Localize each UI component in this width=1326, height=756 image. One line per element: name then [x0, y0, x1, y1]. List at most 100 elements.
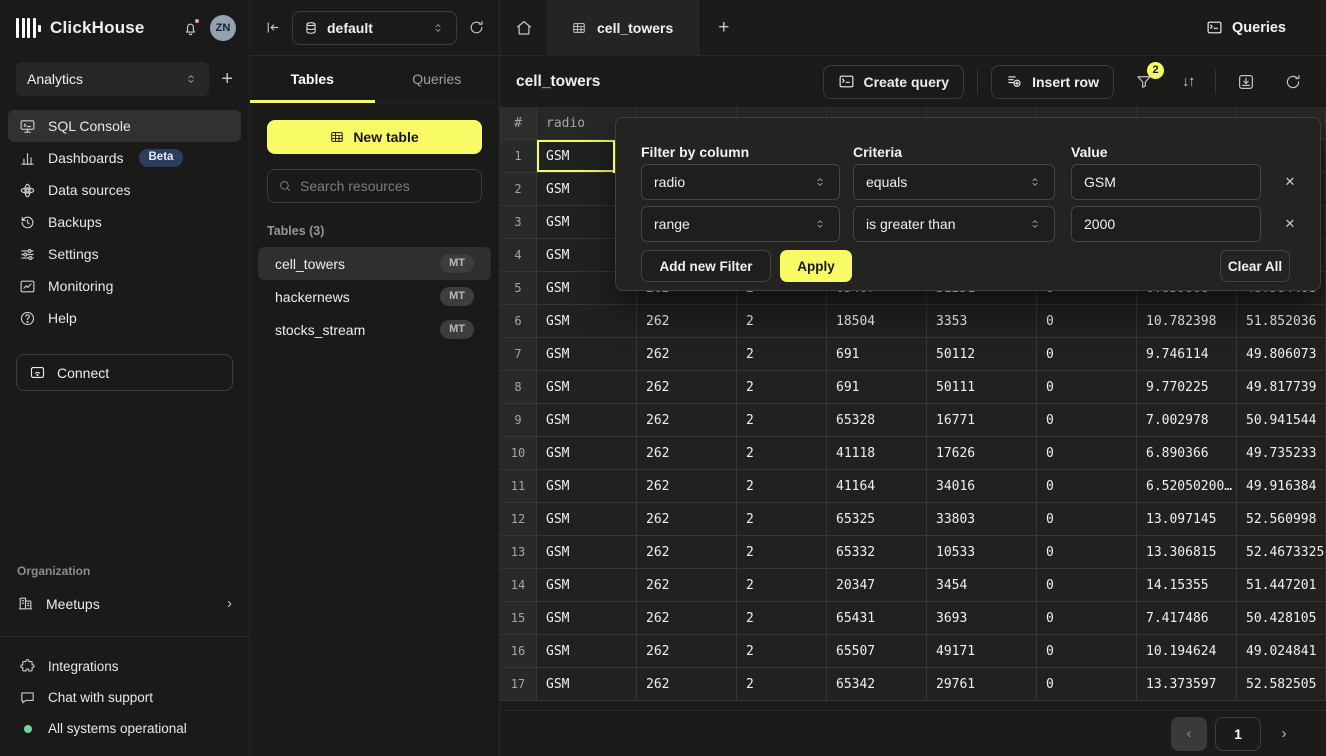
table-cell[interactable]: 2 [737, 338, 827, 371]
queries-button[interactable]: Queries [1206, 19, 1286, 36]
sort-button[interactable]: ↓↑ [1178, 69, 1198, 94]
table-cell[interactable]: GSM [537, 437, 637, 470]
remove-filter-button[interactable]: ✕ [1276, 164, 1304, 200]
table-cell[interactable]: 262 [637, 536, 737, 569]
refresh-table-button[interactable] [1280, 69, 1306, 95]
table-cell[interactable]: 51.447201 [1237, 569, 1326, 602]
table-cell[interactable]: 262 [637, 338, 737, 371]
table-cell[interactable]: 50.941544 [1237, 404, 1326, 437]
table-cell[interactable]: 49.817739 [1237, 371, 1326, 404]
filter-criteria-select[interactable]: is greater than [853, 206, 1055, 242]
table-cell[interactable]: GSM [537, 470, 637, 503]
apply-filters-button[interactable]: Apply [780, 250, 852, 282]
table-cell[interactable]: 262 [637, 371, 737, 404]
notifications-bell-icon[interactable] [182, 20, 199, 37]
table-item-hackernews[interactable]: hackernewsMT [258, 280, 491, 313]
table-cell[interactable]: 0 [1037, 338, 1137, 371]
table-cell[interactable]: 2 [737, 569, 827, 602]
table-cell[interactable]: 65431 [827, 602, 927, 635]
sidebar-item-meetups[interactable]: Meetups › [8, 587, 241, 620]
sidebar-item-monitoring[interactable]: Monitoring [8, 270, 241, 302]
table-cell[interactable]: 49.916384 [1237, 470, 1326, 503]
table-cell[interactable]: 16771 [927, 404, 1037, 437]
table-cell[interactable]: 2 [737, 470, 827, 503]
table-cell[interactable]: GSM [537, 668, 637, 701]
table-cell[interactable]: 10.194624 [1137, 635, 1237, 668]
filter-value-input[interactable] [1071, 164, 1261, 200]
table-cell[interactable]: GSM [537, 635, 637, 668]
table-cell[interactable]: 2 [737, 371, 827, 404]
sidebar-item-chat-with-support[interactable]: Chat with support [0, 682, 249, 713]
table-cell[interactable]: 17626 [927, 437, 1037, 470]
table-cell[interactable]: 10.782398 [1137, 305, 1237, 338]
table-cell[interactable]: GSM [537, 305, 637, 338]
table-cell[interactable]: 0 [1037, 536, 1137, 569]
sidebar-item-dashboards[interactable]: DashboardsBeta [8, 142, 241, 174]
table-cell[interactable]: 49.806073 [1237, 338, 1326, 371]
table-cell[interactable]: 10533 [927, 536, 1037, 569]
sidebar-item-data-sources[interactable]: Data sources [8, 174, 241, 206]
table-cell[interactable]: 52.4673325 [1237, 536, 1326, 569]
filter-value-input[interactable] [1071, 206, 1261, 242]
table-cell[interactable]: 0 [1037, 503, 1137, 536]
filter-column-select[interactable]: radio [641, 164, 840, 200]
table-cell[interactable]: 9.770225 [1137, 371, 1237, 404]
table-cell[interactable]: 29761 [927, 668, 1037, 701]
table-cell[interactable]: 262 [637, 437, 737, 470]
table-cell[interactable]: 18504 [827, 305, 927, 338]
table-cell[interactable]: 34016 [927, 470, 1037, 503]
new-table-button[interactable]: New table [267, 120, 482, 154]
table-cell[interactable]: 2 [737, 536, 827, 569]
prev-page-button[interactable]: ‹ [1171, 717, 1207, 751]
table-cell[interactable]: 50.428105 [1237, 602, 1326, 635]
table-cell[interactable]: GSM [537, 536, 637, 569]
table-cell[interactable]: 41164 [827, 470, 927, 503]
table-cell[interactable]: 0 [1037, 668, 1137, 701]
add-workspace-button[interactable]: + [221, 69, 233, 89]
table-cell[interactable]: 49171 [927, 635, 1037, 668]
table-cell[interactable]: 3353 [927, 305, 1037, 338]
table-cell[interactable]: 262 [637, 602, 737, 635]
table-cell[interactable]: 2 [737, 602, 827, 635]
table-cell[interactable]: 65507 [827, 635, 927, 668]
table-cell[interactable]: 2 [737, 503, 827, 536]
table-cell[interactable]: 20347 [827, 569, 927, 602]
workspace-select[interactable]: Analytics [16, 62, 209, 96]
connect-button[interactable]: Connect [16, 354, 233, 391]
table-cell[interactable]: 262 [637, 668, 737, 701]
table-item-stocks-stream[interactable]: stocks_streamMT [258, 313, 491, 346]
table-cell[interactable]: GSM [537, 569, 637, 602]
table-cell[interactable]: 13.097145 [1137, 503, 1237, 536]
remove-filter-button[interactable]: ✕ [1276, 206, 1304, 242]
table-cell[interactable]: 2 [737, 635, 827, 668]
table-cell[interactable]: 65328 [827, 404, 927, 437]
sidebar-item-help[interactable]: Help [8, 302, 241, 334]
table-cell[interactable]: 0 [1037, 470, 1137, 503]
search-input[interactable] [300, 178, 471, 194]
table-cell[interactable]: 6.890366 [1137, 437, 1237, 470]
filter-criteria-select[interactable]: equals [853, 164, 1055, 200]
table-cell[interactable]: 691 [827, 371, 927, 404]
table-cell[interactable]: 65342 [827, 668, 927, 701]
table-cell[interactable]: GSM [537, 338, 637, 371]
table-cell[interactable]: 2 [737, 437, 827, 470]
insert-row-button[interactable]: Insert row [991, 65, 1114, 99]
new-tab-button[interactable]: + [699, 18, 748, 37]
create-query-button[interactable]: Create query [823, 65, 965, 99]
refresh-icon[interactable] [468, 19, 485, 36]
home-icon[interactable] [500, 19, 547, 37]
table-cell[interactable]: 9.746114 [1137, 338, 1237, 371]
table-cell[interactable]: 262 [637, 635, 737, 668]
sidebar-item-backups[interactable]: Backups [8, 206, 241, 238]
table-cell[interactable]: 691 [827, 338, 927, 371]
table-cell[interactable]: 3693 [927, 602, 1037, 635]
table-cell[interactable]: 2 [737, 668, 827, 701]
database-select[interactable]: default [292, 11, 457, 45]
table-cell[interactable]: 0 [1037, 371, 1137, 404]
table-cell[interactable]: 33803 [927, 503, 1037, 536]
table-cell[interactable]: 6.52050200… [1137, 470, 1237, 503]
table-cell[interactable]: 262 [637, 305, 737, 338]
table-cell[interactable]: 0 [1037, 437, 1137, 470]
table-cell[interactable]: 7.002978 [1137, 404, 1237, 437]
table-cell[interactable]: 52.560998 [1237, 503, 1326, 536]
